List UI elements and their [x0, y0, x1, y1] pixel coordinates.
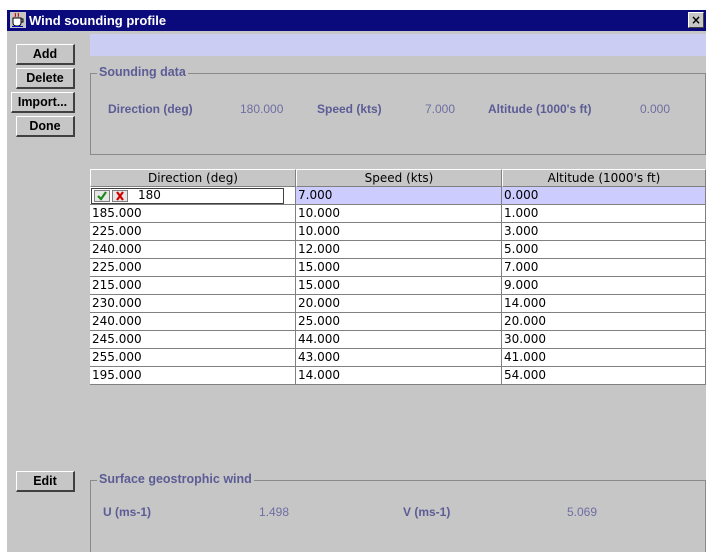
- cell-editor-value[interactable]: 180: [138, 189, 161, 202]
- table-cell-altitude[interactable]: 1.000: [502, 205, 706, 223]
- table-row[interactable]: 240.000 25.000 20.000: [90, 313, 706, 331]
- table-row[interactable]: 180 7.000 0.000: [90, 187, 706, 205]
- column-header-direction[interactable]: Direction (deg): [90, 169, 296, 187]
- table-cell-direction[interactable]: 185.000: [90, 205, 296, 223]
- table-cell-altitude[interactable]: 0.000: [502, 187, 706, 205]
- close-icon: ×: [690, 13, 702, 27]
- sounding-table: Direction (deg) Speed (kts) Altitude (10…: [90, 169, 706, 462]
- table-row[interactable]: 195.000 14.000 54.000: [90, 367, 706, 385]
- v-label: V (ms-1): [403, 505, 451, 519]
- direction-value: 180.000: [240, 102, 284, 116]
- altitude-value: 0.000: [640, 102, 671, 116]
- table-cell-speed[interactable]: 25.000: [296, 313, 502, 331]
- table-cell-altitude[interactable]: 20.000: [502, 313, 706, 331]
- table-cell-speed[interactable]: 15.000: [296, 277, 502, 295]
- table-cell-speed[interactable]: 44.000: [296, 331, 502, 349]
- table-cell-direction[interactable]: 225.000: [90, 259, 296, 277]
- surface-wind-group: Surface geostrophic wind U (ms-1) 1.498 …: [90, 472, 706, 552]
- coffee-cup-icon: [10, 12, 26, 28]
- column-header-speed[interactable]: Speed (kts): [296, 169, 502, 187]
- table-cell-speed[interactable]: 7.000: [296, 187, 502, 205]
- speed-value: 7.000: [425, 102, 456, 116]
- column-header-altitude[interactable]: Altitude (1000's ft): [502, 169, 706, 187]
- sounding-data-legend: Sounding data: [97, 65, 188, 79]
- table-row[interactable]: 245.000 44.000 30.000: [90, 331, 706, 349]
- cell-editor[interactable]: 180: [91, 188, 284, 204]
- table-cell-speed[interactable]: 43.000: [296, 349, 502, 367]
- table-cell-direction[interactable]: 240.000: [90, 241, 296, 259]
- surface-wind-legend: Surface geostrophic wind: [97, 472, 254, 486]
- table-cell-altitude[interactable]: 3.000: [502, 223, 706, 241]
- table-cell-altitude[interactable]: 30.000: [502, 331, 706, 349]
- table-cell-speed[interactable]: 12.000: [296, 241, 502, 259]
- window-title: Wind sounding profile: [29, 13, 167, 28]
- table-cell-speed[interactable]: 15.000: [296, 259, 502, 277]
- table-header: Direction (deg) Speed (kts) Altitude (10…: [90, 169, 706, 187]
- edit-button[interactable]: Edit: [16, 471, 75, 492]
- x-icon: [116, 191, 124, 201]
- table-cell-direction[interactable]: 215.000: [90, 277, 296, 295]
- table-row[interactable]: 240.000 12.000 5.000: [90, 241, 706, 259]
- delete-button[interactable]: Delete: [16, 68, 75, 89]
- table-row[interactable]: 255.000 43.000 41.000: [90, 349, 706, 367]
- table-cell-speed[interactable]: 10.000: [296, 205, 502, 223]
- table-cell-direction[interactable]: 255.000: [90, 349, 296, 367]
- table-cell-altitude[interactable]: 7.000: [502, 259, 706, 277]
- table-cell-altitude[interactable]: 5.000: [502, 241, 706, 259]
- table-cell-speed[interactable]: 20.000: [296, 295, 502, 313]
- import-button[interactable]: Import...: [11, 92, 75, 113]
- table-cell-altitude[interactable]: 41.000: [502, 349, 706, 367]
- u-label: U (ms-1): [103, 505, 152, 519]
- altitude-label: Altitude (1000's ft): [488, 102, 592, 116]
- table-row[interactable]: 185.000 10.000 1.000: [90, 205, 706, 223]
- table-cell-altitude[interactable]: 9.000: [502, 277, 706, 295]
- table-cell-direction[interactable]: 230.000: [90, 295, 296, 313]
- cancel-edit-button[interactable]: [112, 190, 128, 202]
- table-cell-direction[interactable]: 240.000: [90, 313, 296, 331]
- table-row[interactable]: 215.000 15.000 9.000: [90, 277, 706, 295]
- table-row[interactable]: 225.000 10.000 3.000: [90, 223, 706, 241]
- u-value: 1.498: [259, 505, 290, 519]
- direction-label: Direction (deg): [108, 102, 193, 116]
- done-button[interactable]: Done: [16, 116, 75, 137]
- close-button[interactable]: ×: [688, 12, 704, 28]
- table-cell-direction[interactable]: 195.000: [90, 367, 296, 385]
- speed-label: Speed (kts): [317, 102, 382, 116]
- table-row[interactable]: 225.000 15.000 7.000: [90, 259, 706, 277]
- table-cell-speed[interactable]: 14.000: [296, 367, 502, 385]
- add-button[interactable]: Add: [16, 44, 75, 65]
- checkmark-icon: [97, 191, 107, 201]
- table-cell-direction[interactable]: 180: [90, 187, 296, 205]
- v-value: 5.069: [567, 505, 598, 519]
- title-bar[interactable]: Wind sounding profile ×: [7, 10, 706, 31]
- sounding-data-group: Sounding data Direction (deg) 180.000 Sp…: [90, 65, 706, 155]
- table-cell-direction[interactable]: 225.000: [90, 223, 296, 241]
- status-strip: [90, 34, 706, 56]
- table-cell-altitude[interactable]: 14.000: [502, 295, 706, 313]
- wind-sounding-window: Wind sounding profile × Add Delete Impor…: [7, 10, 706, 552]
- table-cell-speed[interactable]: 10.000: [296, 223, 502, 241]
- table-row[interactable]: 230.000 20.000 14.000: [90, 295, 706, 313]
- table-cell-altitude[interactable]: 54.000: [502, 367, 706, 385]
- table-cell-direction[interactable]: 245.000: [90, 331, 296, 349]
- accept-edit-button[interactable]: [94, 190, 110, 202]
